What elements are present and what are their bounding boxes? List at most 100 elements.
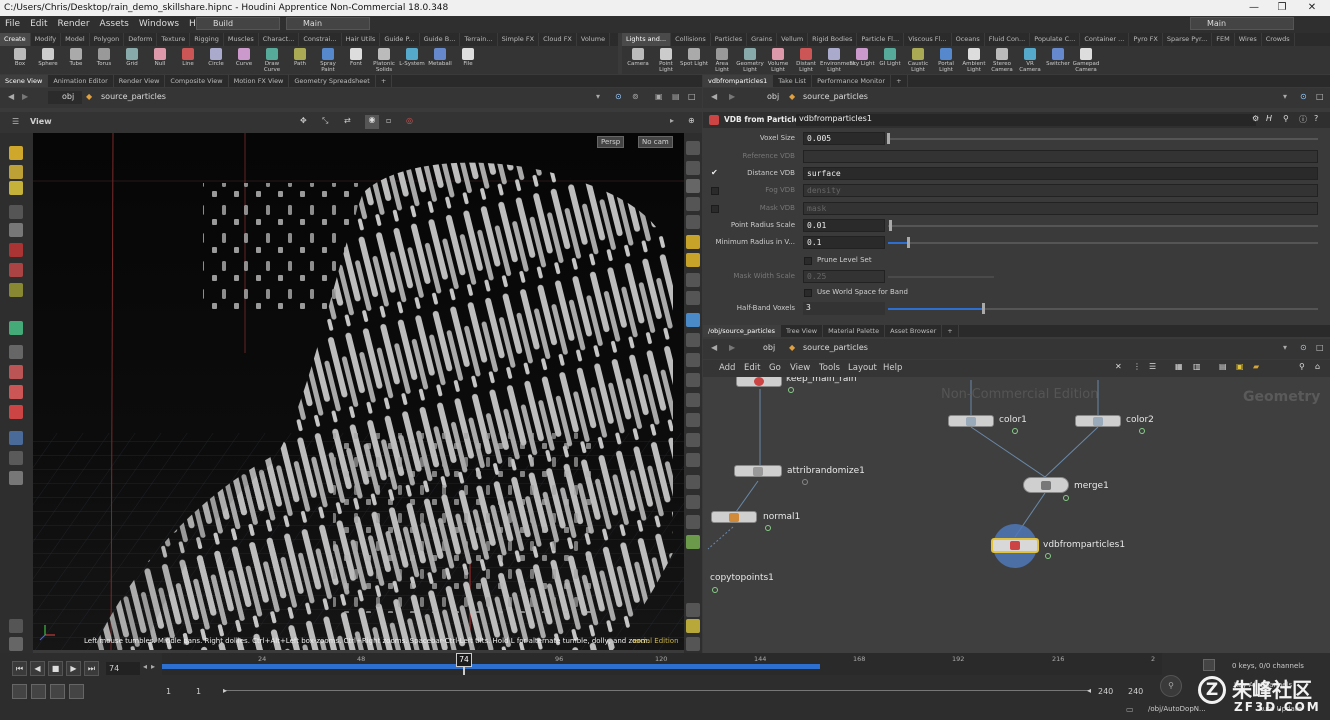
- node-normal1[interactable]: [711, 511, 757, 523]
- gear-icon[interactable]: ⚙: [1252, 114, 1259, 123]
- tab-tree-view[interactable]: Tree View: [781, 325, 824, 337]
- shelf-tab-muscles[interactable]: Muscles: [224, 33, 259, 46]
- perspective-dropdown[interactable]: Persp: [597, 136, 625, 148]
- display-icon[interactable]: [686, 141, 700, 155]
- rotate-tool-icon[interactable]: [9, 263, 23, 277]
- tab-network-editor[interactable]: /obj/source_particles: [703, 325, 782, 337]
- tab-parameters[interactable]: vdbfromparticles1: [703, 75, 774, 87]
- shelf-tool-path[interactable]: Path: [286, 46, 314, 67]
- shelf-tool-caustic-light[interactable]: Caustic Light: [904, 46, 932, 73]
- shelf-tab-oceans[interactable]: Oceans: [952, 33, 985, 46]
- end-frame-field-2[interactable]: 240: [1128, 687, 1143, 696]
- path-dropdown-icon[interactable]: ▾: [1283, 343, 1287, 352]
- pin-icon[interactable]: ⊙: [1300, 343, 1307, 352]
- node-name-field[interactable]: vdbfromparticles1: [796, 114, 1256, 126]
- shelf-tool-box[interactable]: Box: [6, 46, 34, 67]
- current-frame-field[interactable]: 74: [106, 662, 140, 675]
- menu-assets[interactable]: Assets: [95, 16, 134, 33]
- desktop-dropdown[interactable]: Build: [196, 17, 280, 30]
- net-menu-view[interactable]: View: [790, 363, 810, 373]
- shelf-tab-model[interactable]: Model: [61, 33, 90, 46]
- shelf-tool-volume-light[interactable]: Volume Light: [764, 46, 792, 73]
- slider-handle[interactable]: [887, 133, 890, 144]
- desktop2-dropdown[interactable]: Main: [286, 17, 370, 30]
- realtime-icon[interactable]: [12, 684, 27, 699]
- search-icon[interactable]: ⚲: [1283, 114, 1289, 123]
- shelf-tool-circle[interactable]: Circle: [202, 46, 230, 67]
- shelf-tab-fluid-con[interactable]: Fluid Con...: [985, 33, 1031, 46]
- paint-tool-icon[interactable]: [9, 385, 23, 399]
- distance-vdb-checkbox[interactable]: ✔: [711, 168, 718, 177]
- record-icon[interactable]: ◎: [406, 116, 413, 125]
- tab-render-view[interactable]: Render View: [114, 75, 166, 87]
- range-end-handle[interactable]: ◂: [1087, 686, 1091, 695]
- end-frame-field[interactable]: 240: [1098, 687, 1113, 696]
- grid-view-icon[interactable]: ▦: [1175, 362, 1183, 371]
- info-icon[interactable]: [686, 603, 700, 617]
- fog-vdb-checkbox[interactable]: [711, 187, 719, 195]
- select-points-icon[interactable]: [9, 165, 23, 179]
- view-menu-icon[interactable]: ☰: [12, 117, 19, 126]
- shelf-tab-wires[interactable]: Wires: [1235, 33, 1262, 46]
- numbers-icon[interactable]: [686, 393, 700, 407]
- maximize-pane-icon[interactable]: □: [1316, 92, 1324, 101]
- distance-vdb-field[interactable]: surface: [803, 167, 1318, 180]
- minimum-radius-slider[interactable]: [888, 242, 1318, 244]
- add-tab-button-right[interactable]: +: [891, 75, 908, 87]
- tab-motion-fx-view[interactable]: Motion FX View: [229, 75, 290, 87]
- path-context[interactable]: obj: [62, 92, 74, 101]
- shelf-tab-viscous-fl[interactable]: Viscous Fl...: [904, 33, 952, 46]
- snapping-icon[interactable]: [9, 431, 23, 445]
- add-tab-button[interactable]: +: [376, 75, 393, 87]
- shelf-tool-ambient-light[interactable]: Ambient Light: [960, 46, 988, 73]
- scene-viewport[interactable]: Persp No cam Left mouse tumbles. Middle …: [33, 133, 684, 650]
- home-icon[interactable]: ⌂: [1315, 362, 1320, 371]
- keys-icon[interactable]: [1203, 659, 1215, 671]
- step-forward-icon[interactable]: ▸: [151, 662, 155, 671]
- node-flag[interactable]: [1063, 495, 1069, 501]
- grid-icon[interactable]: [686, 495, 700, 509]
- net-menu-add[interactable]: Add: [719, 363, 735, 373]
- maximize-pane-icon[interactable]: □: [1316, 343, 1324, 352]
- magnet-icon[interactable]: [9, 405, 23, 419]
- shelf-tool-camera[interactable]: Camera: [624, 46, 652, 67]
- shelf-tool-platonic-solids[interactable]: Platonic Solids: [370, 46, 398, 73]
- mask-vdb-checkbox[interactable]: [711, 205, 719, 213]
- voxel-size-field[interactable]: 0.005: [803, 132, 885, 145]
- shelf-tool-spot-light[interactable]: Spot Light: [680, 46, 708, 67]
- shelf-tool-switcher[interactable]: Switcher: [1044, 46, 1072, 67]
- points-display-icon[interactable]: [686, 313, 700, 327]
- back-arrow-icon[interactable]: ◀: [8, 92, 14, 101]
- layout-icon[interactable]: ▣: [655, 92, 663, 101]
- axis-tool-icon[interactable]: [9, 637, 23, 651]
- tumble-icon[interactable]: ✥: [300, 116, 307, 125]
- shelf-tool-file[interactable]: File: [454, 46, 482, 67]
- shelf-tab-polygon[interactable]: Polygon: [90, 33, 125, 46]
- light-icon[interactable]: [686, 235, 700, 249]
- jump-start-button[interactable]: ⏮: [12, 661, 27, 676]
- fog-vdb-field[interactable]: density: [803, 184, 1318, 197]
- align-icon[interactable]: ⇄: [344, 116, 351, 125]
- shading-icon[interactable]: [686, 161, 700, 175]
- shelf-tab-collisions[interactable]: Collisions: [671, 33, 711, 46]
- path-dropdown-icon[interactable]: ▾: [1283, 92, 1287, 101]
- shelf-tab-vellum[interactable]: Vellum: [777, 33, 809, 46]
- shelf-tool-gamepad-camera[interactable]: Gamepad Camera: [1072, 46, 1100, 73]
- frame-marker[interactable]: 74: [456, 653, 472, 667]
- mask-width-slider[interactable]: [888, 276, 994, 278]
- shelf-tool-metaball[interactable]: Metaball: [426, 46, 454, 67]
- shelf-tab-grains[interactable]: Grains: [747, 33, 778, 46]
- maximize-pane-icon[interactable]: □: [688, 92, 696, 101]
- shelf-tool-distant-light[interactable]: Distant Light: [792, 46, 820, 73]
- tab-composite-view[interactable]: Composite View: [165, 75, 229, 87]
- flipbook-icon[interactable]: [686, 535, 700, 549]
- minimize-button[interactable]: —: [1240, 0, 1268, 16]
- shelf-tab-deform[interactable]: Deform: [124, 33, 158, 46]
- net-menu-help[interactable]: Help: [883, 363, 902, 373]
- add-tab-button-net[interactable]: +: [942, 325, 959, 337]
- menu-windows[interactable]: Windows: [134, 16, 184, 33]
- menu-edit[interactable]: Edit: [25, 16, 52, 33]
- maximize-button[interactable]: ❐: [1268, 0, 1296, 16]
- panel-icon[interactable]: ▤: [672, 92, 680, 101]
- start-frame-field-2[interactable]: 1: [196, 687, 201, 696]
